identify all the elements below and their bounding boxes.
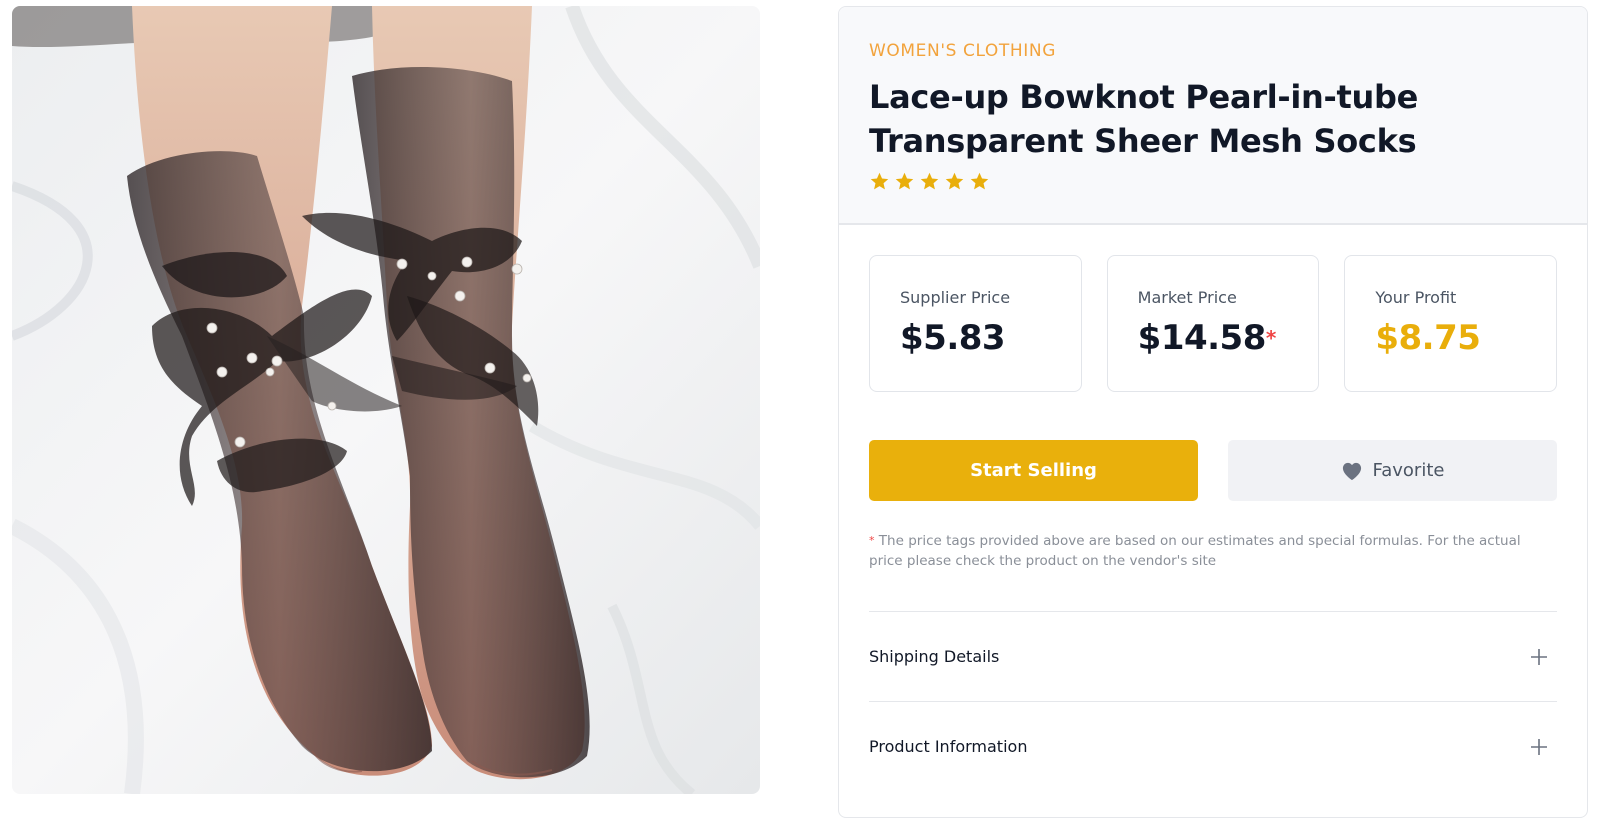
product-category[interactable]: WOMEN'S CLOTHING xyxy=(869,41,1557,61)
price-label: Supplier Price xyxy=(900,288,1011,307)
action-buttons: Start Selling Favorite xyxy=(869,440,1557,501)
accordion-label: Shipping Details xyxy=(869,647,1000,666)
product-title-line2: Transparent Sheer Mesh Socks xyxy=(869,122,1417,160)
info-accordion: Shipping Details Product Information xyxy=(869,611,1557,791)
star-icon xyxy=(869,171,890,192)
favorite-label: Favorite xyxy=(1372,460,1445,481)
star-icon xyxy=(894,171,915,192)
accordion-product-information[interactable]: Product Information xyxy=(869,701,1557,791)
product-photo xyxy=(12,6,760,794)
plus-icon[interactable] xyxy=(1529,647,1549,667)
favorite-button[interactable]: Favorite xyxy=(1228,440,1557,501)
market-price-value: $14.58 xyxy=(1137,318,1267,358)
star-rating xyxy=(869,171,1557,192)
product-header: WOMEN'S CLOTHING Lace-up Bowknot Pearl-i… xyxy=(839,7,1587,225)
price-label: Your Profit xyxy=(1375,288,1457,307)
price-label: Market Price xyxy=(1137,288,1237,307)
product-title: Lace-up Bowknot Pearl-in-tube Transparen… xyxy=(869,75,1557,163)
accordion-label: Product Information xyxy=(869,737,1028,756)
product-image xyxy=(12,6,760,794)
disclaimer-text: The price tags provided above are based … xyxy=(869,533,1521,569)
product-body: Supplier Price $5.83 Market Price $14.58… xyxy=(839,225,1587,791)
asterisk-mark: * xyxy=(1265,326,1276,350)
product-title-line1: Lace-up Bowknot Pearl-in-tube xyxy=(869,78,1418,116)
profit-box: Your Profit $8.75 xyxy=(1344,255,1558,392)
heart-icon xyxy=(1342,462,1361,480)
price-boxes: Supplier Price $5.83 Market Price $14.58… xyxy=(869,255,1558,392)
product-details-card: WOMEN'S CLOTHING Lace-up Bowknot Pearl-i… xyxy=(838,6,1588,818)
supplier-price-value: $5.83 xyxy=(900,318,1006,358)
star-icon xyxy=(919,171,940,192)
price-disclaimer: * The price tags provided above are base… xyxy=(869,531,1557,571)
supplier-price-box: Supplier Price $5.83 xyxy=(869,255,1082,392)
profit-value: $8.75 xyxy=(1375,318,1481,358)
market-price-box: Market Price $14.58* xyxy=(1106,255,1320,392)
plus-icon[interactable] xyxy=(1529,737,1549,757)
star-icon xyxy=(944,171,965,192)
start-selling-button[interactable]: Start Selling xyxy=(869,440,1198,501)
disclaimer-asterisk: * xyxy=(869,534,875,547)
star-icon xyxy=(969,171,990,192)
start-selling-label: Start Selling xyxy=(970,460,1097,481)
accordion-shipping-details[interactable]: Shipping Details xyxy=(869,611,1557,701)
market-price-value-wrap: $14.58* xyxy=(1138,318,1289,358)
